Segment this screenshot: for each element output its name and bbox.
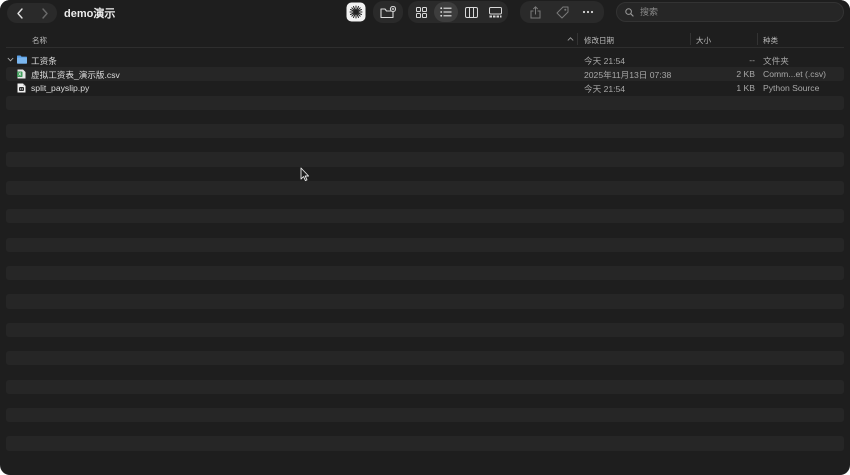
toolbar: demo演示 [0, 0, 850, 28]
chevron-right-icon [41, 7, 48, 19]
tag-button[interactable] [551, 2, 573, 22]
new-folder-icon [380, 5, 396, 18]
file-name: 虚拟工资表_演示版.csv [31, 70, 120, 81]
search-field[interactable] [616, 2, 844, 22]
column-divider[interactable] [690, 33, 691, 45]
list-view-icon [440, 7, 452, 17]
file-row-csv[interactable]: X 虚拟工资表_演示版.csv 2025年11月13日 07:38 2 KB C… [6, 67, 844, 81]
back-button[interactable] [7, 3, 32, 23]
row-stripe [6, 408, 844, 423]
row-stripe [6, 180, 844, 195]
file-size: 1 KB [736, 83, 755, 94]
file-modified: 今天 21:54 [584, 84, 626, 95]
disclosure-chevron-icon[interactable] [7, 57, 14, 62]
file-kind: 文件夹 [763, 56, 789, 66]
chevron-left-icon [16, 7, 23, 19]
sort-ascending-icon [567, 37, 574, 41]
network-app-button[interactable] [345, 2, 366, 22]
row-stripe [6, 322, 844, 337]
share-button[interactable] [524, 2, 546, 22]
file-kind: Comm...et (.csv) [763, 69, 827, 80]
search-input[interactable] [640, 7, 820, 17]
row-stripe [6, 294, 844, 309]
finder-window: demo演示 搜索 名称 修改日期 大小 种类 工资条 今天 21:54 -- … [0, 0, 850, 475]
row-stripe [6, 209, 844, 224]
icon-view-button[interactable] [410, 2, 432, 22]
row-stripe [6, 379, 844, 394]
column-size-header[interactable]: 大小 [696, 35, 711, 46]
navigation-group [7, 3, 57, 23]
gallery-view-icon [488, 6, 502, 17]
more-icon [582, 10, 594, 14]
column-header: 名称 修改日期 大小 种类 [6, 30, 844, 48]
icon-view-icon [415, 6, 427, 18]
file-name: split_payslip.py [31, 83, 90, 94]
column-divider[interactable] [577, 33, 578, 45]
file-modified: 今天 21:54 [584, 56, 626, 66]
window-title: demo演示 [64, 8, 116, 20]
file-size: 2 KB [736, 69, 755, 80]
file-modified: 2025年11月13日 07:38 [584, 70, 672, 81]
row-stripe [6, 95, 844, 110]
tag-icon [556, 6, 568, 18]
network-app-icon [346, 2, 365, 22]
row-stripe [6, 237, 844, 252]
file-row-folder[interactable]: 工资条 今天 21:54 -- 文件夹 [6, 53, 844, 67]
list-view-button[interactable] [434, 2, 458, 22]
column-view-icon [464, 6, 478, 18]
row-stripe [6, 436, 844, 451]
file-kind: Python Source [763, 83, 820, 94]
column-modified-header[interactable]: 修改日期 [584, 35, 614, 46]
csv-file-icon: X [17, 69, 27, 79]
share-icon [530, 5, 540, 18]
file-size: -- [749, 55, 755, 65]
row-stripe [6, 152, 844, 167]
column-view-button[interactable] [460, 2, 482, 22]
more-button[interactable] [577, 2, 599, 22]
folder-icon [17, 55, 27, 65]
row-stripe [6, 351, 844, 366]
column-name-header[interactable]: 名称 [32, 35, 47, 46]
file-name: 工资条 [31, 56, 57, 66]
forward-button[interactable] [32, 3, 57, 23]
search-icon [625, 7, 634, 17]
file-list: 工资条 今天 21:54 -- 文件夹 X 虚拟工资表_演示版.csv 2025… [6, 53, 844, 470]
gallery-view-button[interactable] [484, 2, 506, 22]
new-folder-button[interactable] [376, 2, 400, 22]
column-divider[interactable] [757, 33, 758, 45]
column-kind-header[interactable]: 种类 [763, 35, 778, 46]
python-file-icon [17, 83, 27, 93]
svg-text:X: X [18, 72, 21, 77]
row-stripe [6, 124, 844, 139]
row-stripe [6, 266, 844, 281]
file-row-python[interactable]: split_payslip.py 今天 21:54 1 KB Python So… [6, 81, 844, 95]
mouse-cursor-icon [300, 167, 310, 182]
